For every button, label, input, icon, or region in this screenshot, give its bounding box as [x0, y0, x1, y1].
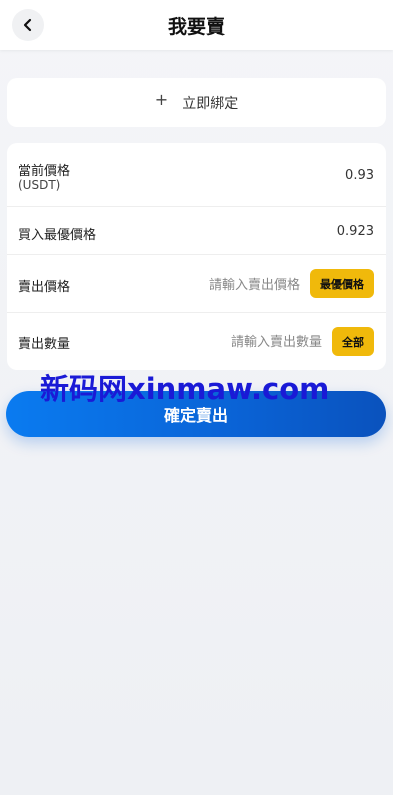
sell-quantity-input[interactable] [170, 331, 324, 353]
bind-now-label: 立即綁定 [182, 95, 239, 112]
app-header: 我要賣 [0, 0, 393, 50]
sell-quantity-row: 賣出數量 全部 [7, 313, 386, 370]
current-price-value: 0.93 [345, 168, 374, 183]
sell-price-label: 賣出價格 [18, 280, 71, 295]
sell-form-card: 當前價格 (USDT) 0.93 買入最優價格 0.923 賣出價格 最優價格 … [7, 143, 386, 370]
best-buy-price-label: 買入最優價格 [18, 228, 97, 243]
sell-quantity-label: 賣出數量 [18, 337, 71, 352]
bind-now-button[interactable]: + 立即綁定 [7, 78, 386, 127]
sell-price-input[interactable] [148, 274, 302, 296]
back-button[interactable] [12, 9, 44, 41]
plus-icon: + [154, 90, 169, 109]
watermark-text: 新码网xinmaw.com [40, 372, 330, 406]
all-button[interactable]: 全部 [332, 327, 374, 356]
best-buy-price-value: 0.923 [336, 224, 374, 239]
current-price-label: 當前價格 [18, 164, 71, 179]
best-price-button[interactable]: 最優價格 [310, 269, 374, 298]
sell-price-row: 賣出價格 最優價格 [7, 255, 386, 313]
current-price-unit: (USDT) [18, 178, 61, 192]
current-price-row: 當前價格 (USDT) 0.93 [7, 143, 386, 207]
chevron-left-icon [23, 18, 32, 32]
page-title: 我要賣 [167, 15, 225, 38]
best-buy-price-row: 買入最優價格 0.923 [7, 207, 386, 255]
